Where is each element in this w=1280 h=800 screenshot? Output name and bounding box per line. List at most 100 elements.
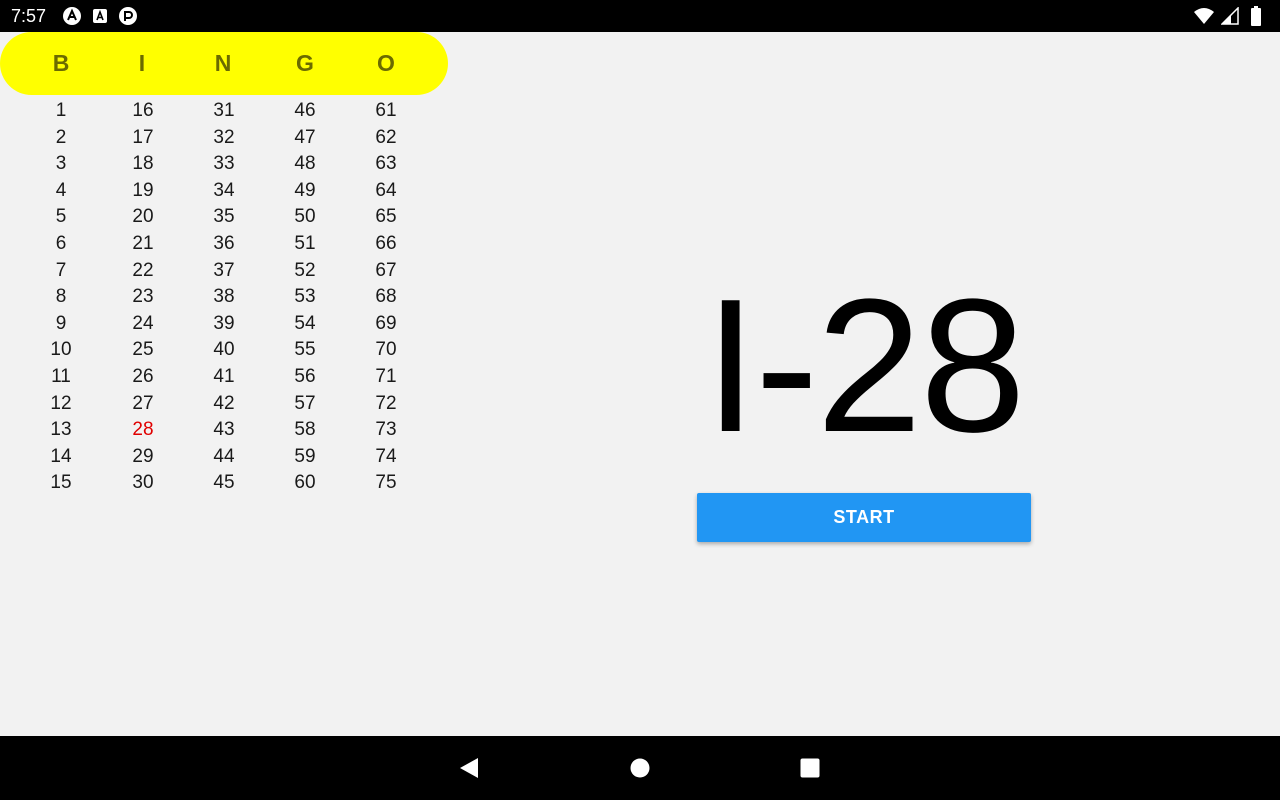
board-cell: 22	[132, 259, 154, 281]
board-cell: 39	[213, 312, 235, 334]
board-cell: 66	[375, 232, 397, 254]
board-cell: 8	[55, 286, 67, 308]
board-cell: 58	[294, 419, 316, 441]
board-cell: 16	[132, 100, 154, 121]
wifi-icon	[1194, 6, 1214, 26]
board-cell: 75	[375, 472, 397, 494]
signal-icon	[1220, 6, 1240, 26]
board-cell: 71	[375, 365, 397, 387]
board-cell: 73	[375, 419, 397, 441]
app-a-icon	[90, 6, 110, 26]
board-cell: 15	[50, 472, 72, 494]
board-cell: 67	[375, 259, 397, 281]
board-cell: 32	[213, 126, 235, 148]
board-cell: 64	[375, 179, 397, 201]
board-column-n: 31 32 33 34 35 36 37 38 39 40 41 42 43 44 45	[194, 98, 254, 497]
status-time: 7:57	[11, 6, 47, 26]
board-cell: 3	[55, 153, 67, 175]
board-cell: 49	[294, 179, 316, 201]
board-cell: 18	[132, 153, 154, 175]
board-cell: 51	[294, 232, 316, 254]
board-cell: 43	[213, 419, 235, 441]
board-cell: 36	[213, 232, 235, 254]
notification-icons	[62, 6, 138, 26]
header-letter-b: B	[52, 50, 70, 76]
board-cell: 54	[294, 312, 316, 334]
board-cell: 59	[294, 445, 316, 467]
board-cell: 60	[294, 472, 316, 494]
board-cell: 72	[375, 392, 397, 414]
board-cell: 25	[132, 339, 154, 361]
board-cell: 41	[213, 365, 235, 387]
status-bar: 7:57	[0, 0, 1280, 32]
board-cell: 56	[294, 365, 316, 387]
board-cell: 19	[132, 179, 154, 201]
battery-icon	[1246, 6, 1266, 26]
board-cell: 12	[50, 392, 72, 414]
board-cell: 17	[132, 126, 154, 148]
board-cell: 26	[132, 365, 154, 387]
board-cell: 48	[294, 153, 316, 175]
board-cell: 33	[213, 153, 235, 175]
board-cell: 35	[213, 206, 235, 228]
board-cell: 46	[294, 100, 316, 121]
board-cell: 11	[51, 365, 71, 387]
board-column-b: 1 2 3 4 5 6 7 8 9 10 11 12 13 14 15	[31, 98, 91, 497]
board-cell: 50	[294, 206, 316, 228]
board-cell: 57	[294, 392, 316, 414]
header-letter-g: G	[296, 50, 314, 76]
board-cell: 21	[132, 232, 154, 254]
board-cell: 53	[294, 286, 316, 308]
app-p-icon	[118, 6, 138, 26]
board-cell: 14	[50, 445, 72, 467]
board-cell: 74	[375, 445, 397, 467]
board-column-g: 46 47 48 49 50 51 52 53 54 55 56 57 58 59 60	[275, 98, 335, 497]
board-cell: 65	[375, 206, 397, 228]
board-cell: 4	[55, 179, 67, 201]
board-cell: 45	[213, 472, 235, 494]
start-button[interactable]: START	[697, 493, 1031, 542]
board-cell: 69	[375, 312, 397, 334]
header-letter-n: N	[214, 50, 232, 76]
board-cell: 2	[55, 126, 67, 148]
board-cell: 63	[375, 153, 397, 175]
board-cell: 38	[213, 286, 235, 308]
board-cell: 42	[213, 392, 235, 414]
board-cell: 10	[50, 339, 72, 361]
board-cell: 47	[294, 126, 316, 148]
bingo-header: B I N G O	[0, 32, 448, 95]
board-cell: 29	[132, 445, 154, 467]
board-cell: 6	[55, 232, 67, 254]
system-icons	[1194, 6, 1266, 26]
board-column-o: 61 62 63 64 65 66 67 68 69 70 71 72 73 74 75	[356, 98, 416, 497]
board-cell: 20	[132, 206, 154, 228]
board-cell: 5	[55, 206, 67, 228]
board-cell: 9	[55, 312, 67, 334]
board-cell: 37	[213, 259, 235, 281]
board-cell: 52	[294, 259, 316, 281]
board-cell: 40	[213, 339, 235, 361]
board-cell: 30	[132, 472, 154, 494]
header-letter-o: O	[377, 50, 395, 76]
recents-icon[interactable]	[790, 748, 830, 788]
home-icon[interactable]	[620, 748, 660, 788]
navigation-bar	[0, 736, 1280, 800]
current-call-display: I-28	[704, 260, 1025, 472]
board-cell: 70	[375, 339, 397, 361]
board-cell: 1	[55, 100, 67, 121]
board-cell: 13	[50, 419, 72, 441]
board-column-i: 16 17 18 19 20 21 22 23 24 25 26 27 28 29 30	[113, 98, 173, 497]
board-cell: 61	[375, 100, 397, 121]
board-cell: 31	[213, 100, 235, 121]
board-cell: 55	[294, 339, 316, 361]
android-studio-icon	[62, 6, 82, 26]
board-cell: 27	[132, 392, 154, 414]
back-icon[interactable]	[449, 748, 489, 788]
board-cell: 24	[132, 312, 154, 334]
board-cell: 68	[375, 286, 397, 308]
board-cell: 62	[375, 126, 397, 148]
board-cell: 34	[213, 179, 235, 201]
board-cell: 28	[132, 419, 154, 441]
header-letter-i: I	[138, 50, 146, 76]
board-cell: 7	[55, 259, 67, 281]
